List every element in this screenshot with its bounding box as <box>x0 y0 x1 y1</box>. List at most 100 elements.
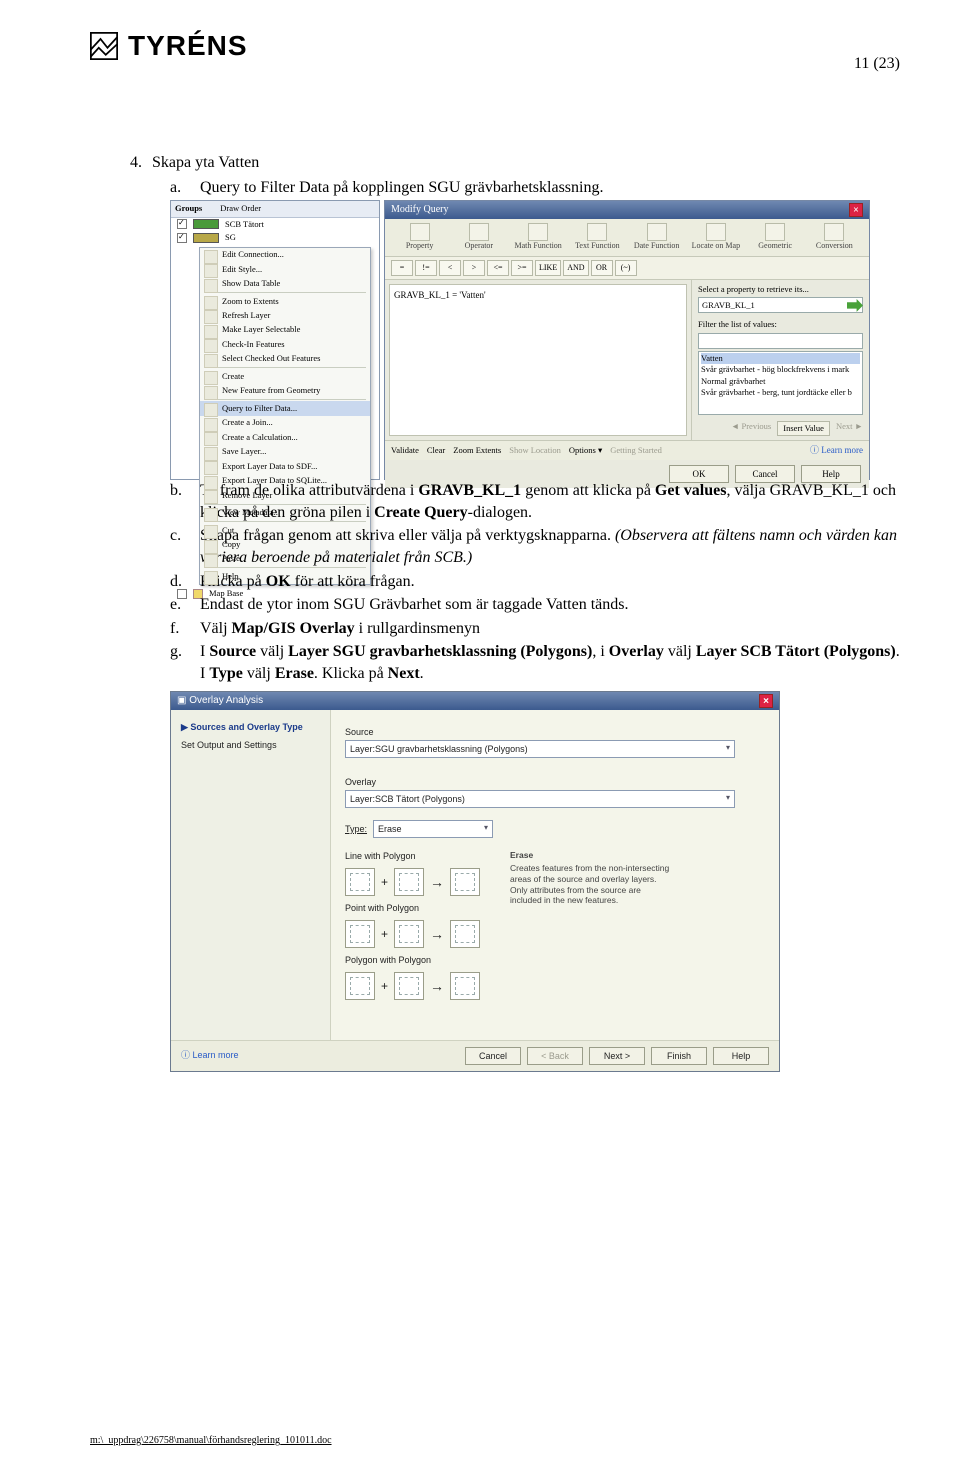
menu-item[interactable]: Copy <box>200 538 370 552</box>
step-output[interactable]: Set Output and Settings <box>179 736 322 754</box>
op-lte[interactable]: <= <box>487 260 509 276</box>
op-eq[interactable]: = <box>391 260 413 276</box>
close-icon[interactable]: × <box>759 694 773 708</box>
separator <box>204 292 366 293</box>
layer-row[interactable]: SCB Tätort <box>171 218 379 231</box>
tab-groups[interactable]: Groups <box>175 203 202 214</box>
toolbar-date[interactable]: Date Function <box>628 223 685 252</box>
help-button[interactable]: Help <box>713 1047 769 1065</box>
sub-item-g: g. I Source välj Layer SGU gravbarhetskl… <box>170 641 900 684</box>
finish-button[interactable]: Finish <box>651 1047 707 1065</box>
layer-row[interactable]: SG <box>171 231 379 244</box>
toolbar-geometric[interactable]: Geometric <box>747 223 804 252</box>
tab-draw-order[interactable]: Draw Order <box>220 203 261 214</box>
text: -dialogen. <box>468 504 532 521</box>
menu-item[interactable]: Zoom to Extents <box>200 294 370 308</box>
toolbar-math[interactable]: Math Function <box>510 223 567 252</box>
toolbar-locate[interactable]: Locate on Map <box>687 223 744 252</box>
op-gte[interactable]: >= <box>511 260 533 276</box>
menu-item[interactable]: Check-In Features <box>200 337 370 351</box>
close-icon[interactable]: × <box>849 203 863 217</box>
marker: g. <box>170 641 188 684</box>
op-like[interactable]: LIKE <box>535 260 561 276</box>
cancel-button[interactable]: Cancel <box>465 1047 521 1065</box>
footer-tools: Validate Clear Zoom Extents Show Locatio… <box>391 445 662 456</box>
menu-item[interactable]: Show Data Table <box>200 277 370 291</box>
show-location-link[interactable]: Show Location <box>509 445 561 456</box>
zoom-extents-link[interactable]: Zoom Extents <box>453 445 501 456</box>
validate-link[interactable]: Validate <box>391 445 419 456</box>
toolbar-property[interactable]: Property <box>391 223 448 252</box>
next-link[interactable]: Next ► <box>836 421 863 436</box>
clear-link[interactable]: Clear <box>427 445 445 456</box>
text: välj <box>256 643 288 660</box>
menu-item[interactable]: Create <box>200 369 370 383</box>
toolbar-text[interactable]: Text Function <box>569 223 626 252</box>
dialog-titlebar: ▣ Overlay Analysis × <box>171 692 779 710</box>
keyword: Get values <box>655 482 727 499</box>
text: Query to Filter Data på kopplingen SGU g… <box>200 177 603 199</box>
diagram-icon <box>394 868 424 896</box>
dialog-body: Sources and Overlay Type Set Output and … <box>171 710 779 1040</box>
menu-item[interactable]: Paste <box>200 552 370 566</box>
menu-item[interactable]: Edit Connection... <box>200 248 370 262</box>
menu-item[interactable]: Export Layer Data to SDF... <box>200 459 370 473</box>
list-item[interactable]: Normal grävbarhet <box>701 376 860 387</box>
getting-started-link[interactable]: Getting Started <box>610 445 662 456</box>
step-sources[interactable]: Sources and Overlay Type <box>179 718 322 736</box>
type-select[interactable]: Erase ▾ <box>373 820 493 838</box>
checkbox-icon[interactable] <box>177 233 187 243</box>
previous-link[interactable]: ◄ Previous <box>731 421 771 436</box>
overlay-select[interactable]: Layer:SCB Tätort (Polygons) ▾ <box>345 790 735 808</box>
menu-item[interactable]: Create a Join... <box>200 416 370 430</box>
marker: b. <box>170 480 188 523</box>
text: I Source välj Layer SGU gravbarhetsklass… <box>200 641 900 684</box>
checkbox-icon[interactable] <box>177 219 187 229</box>
menu-item-query-filter[interactable]: Query to Filter Data... <box>200 401 370 415</box>
insert-row: ◄ Previous Insert Value Next ► <box>698 421 863 436</box>
menu-item[interactable]: Create a Calculation... <box>200 430 370 444</box>
menu-item[interactable]: Select Checked Out Features <box>200 352 370 366</box>
toolbar-operator[interactable]: Operator <box>450 223 507 252</box>
menu-item[interactable]: Save Layer... <box>200 445 370 459</box>
menu-item[interactable]: Make Layer Selectable <box>200 323 370 337</box>
filter-input[interactable] <box>698 333 863 349</box>
marker: a. <box>170 177 188 199</box>
query-editor[interactable]: GRAVB_KL_1 = 'Vatten' <box>389 284 687 436</box>
page-header: TYRÉNS <box>90 30 900 62</box>
menu-item[interactable]: New Feature from Geometry <box>200 384 370 398</box>
type-row: Type: Erase ▾ <box>345 820 765 838</box>
learn-more-link[interactable]: Learn more <box>181 1049 239 1061</box>
query-toolbar: Property Operator Math Function Text Fun… <box>385 219 869 257</box>
toolbar-conversion[interactable]: Conversion <box>806 223 863 252</box>
op-or[interactable]: OR <box>591 260 613 276</box>
options-link[interactable]: Options ▾ <box>569 445 602 456</box>
op-lt[interactable]: < <box>439 260 461 276</box>
sub-item-f: f. Välj Map/GIS Overlay i rullgardinsmen… <box>170 618 900 640</box>
op-neq[interactable]: != <box>415 260 437 276</box>
op-paren[interactable]: (~) <box>615 260 637 276</box>
menu-item[interactable]: View Metadata... <box>200 506 370 520</box>
list-item[interactable]: Vatten <box>701 353 860 364</box>
next-button[interactable]: Next > <box>589 1047 645 1065</box>
menu-item[interactable]: Export Layer Data to SQLite... <box>200 474 370 488</box>
modify-query-dialog: Modify Query × Property Operator Math Fu… <box>384 200 870 480</box>
back-button[interactable]: < Back <box>527 1047 583 1065</box>
arrow-right-icon: → <box>430 873 444 892</box>
values-list[interactable]: Vatten Svår grävbarhet - hög blockfrekve… <box>698 351 863 415</box>
menu-item[interactable]: Edit Style... <box>200 262 370 276</box>
insert-value-button[interactable]: Insert Value <box>777 421 830 436</box>
list-item[interactable]: Svår grävbarhet - hög blockfrekvens i ma… <box>701 364 860 375</box>
menu-item[interactable]: Refresh Layer <box>200 308 370 322</box>
op-gt[interactable]: > <box>463 260 485 276</box>
text: Välj Map/GIS Overlay i rullgardinsmenyn <box>200 618 480 640</box>
arrow-right-icon: → <box>430 925 444 944</box>
menu-item[interactable]: Cut <box>200 523 370 537</box>
source-select[interactable]: Layer:SGU gravbarhetsklassning (Polygons… <box>345 740 735 758</box>
learn-more-link[interactable]: Learn more <box>810 444 863 456</box>
menu-item[interactable]: Remove Layer <box>200 488 370 502</box>
list-item[interactable]: Svår grävbarhet - berg, tunt jordtäcke e… <box>701 387 860 398</box>
op-and[interactable]: AND <box>563 260 588 276</box>
property-select[interactable]: GRAVB_KL_1 ▾ <box>698 297 863 313</box>
menu-item[interactable]: Help <box>200 569 370 583</box>
